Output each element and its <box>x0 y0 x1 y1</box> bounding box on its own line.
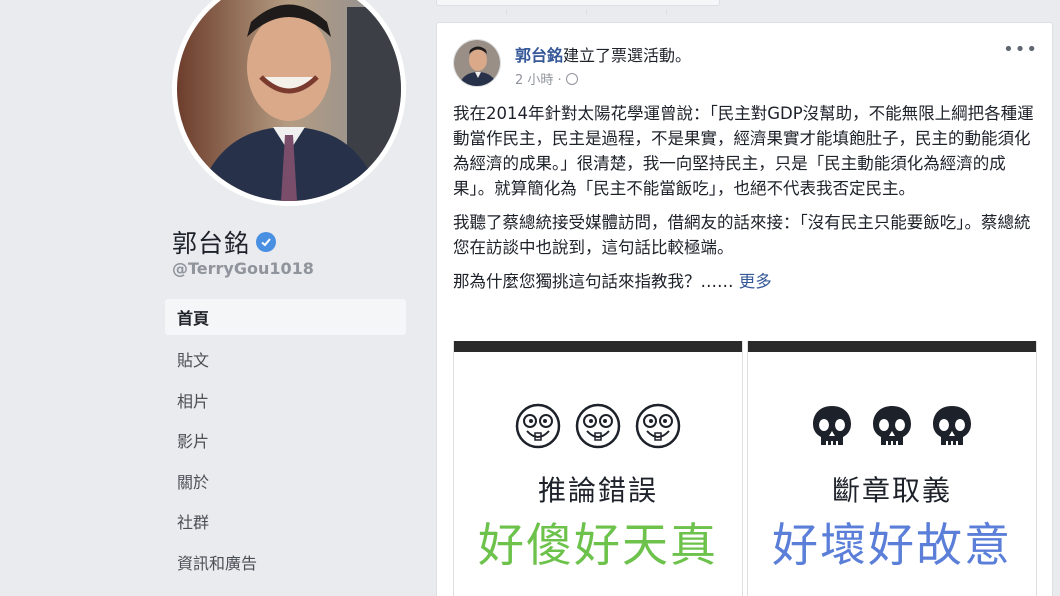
globe-icon <box>565 72 578 85</box>
verified-badge-icon <box>256 232 277 252</box>
post-teaser: 那為什麼您獨挑這句話來指教我？…… 更多 <box>453 269 1045 294</box>
poll-option-2[interactable]: 斷章取義 好壞好故意 <box>747 341 1037 596</box>
nav-item-photos[interactable]: 相片 <box>165 380 406 421</box>
poll-option-big-text: 好壞好故意 <box>772 518 1012 572</box>
page-nav: 首頁 貼文 相片 影片 關於 社群 資訊和廣告 <box>165 299 406 582</box>
post-meta: 2 小時 · <box>515 69 578 88</box>
poll-option-1[interactable]: 推論錯誤 好傻好天真 <box>453 341 743 596</box>
poll-option-icons <box>748 403 1036 449</box>
post-author-link[interactable]: 郭台銘 <box>515 46 563 65</box>
post-paragraph: 我聽了蔡總統接受媒體訪問，借網友的話來接：「沒有民主只能要飯吃」。蔡總統您在訪談… <box>453 213 1031 257</box>
poll-option-title: 推論錯誤 <box>537 474 658 507</box>
poll-options: 推論錯誤 好傻好天真 斷章取義 好壞好故意 <box>453 341 1037 596</box>
page-name[interactable]: 郭台銘 <box>172 224 250 260</box>
poll-option-header-bar <box>454 341 742 352</box>
poll-option-title: 斷章取義 <box>831 474 952 507</box>
skull-icon <box>933 406 971 445</box>
post-author-avatar[interactable] <box>453 39 501 87</box>
nav-item-info-ads[interactable]: 資訊和廣告 <box>165 542 406 583</box>
poll-option-big-text: 好傻好天真 <box>478 518 718 572</box>
poll-option-header-bar <box>748 341 1036 352</box>
skull-icon <box>813 406 851 445</box>
post-header: 郭台銘建立了票選活動。 <box>515 42 691 66</box>
post-body: 我在2014年針對太陽花學運曾說：「民主對GDP沒幫助，不能無限上綱把各種運動當… <box>453 101 1045 303</box>
crazy-face-icon <box>575 403 621 449</box>
post-teaser-text: 那為什麼您獨挑這句話來指教我？…… <box>453 272 734 291</box>
nav-item-videos[interactable]: 影片 <box>165 420 406 461</box>
nav-item-about[interactable]: 關於 <box>165 461 406 502</box>
post-paragraph: 我在2014年針對太陽花學運曾說：「民主對GDP沒幫助，不能無限上綱把各種運動當… <box>453 104 1034 198</box>
post-card: 郭台銘建立了票選活動。 2 小時 · ••• 我在2014年針對太陽花學運曾說：… <box>436 22 1053 596</box>
nav-item-home[interactable]: 首頁 <box>165 299 406 335</box>
more-options-icon[interactable]: ••• <box>1003 39 1038 60</box>
profile-photo <box>177 0 401 201</box>
see-more-link[interactable]: 更多 <box>739 272 772 291</box>
skull-icon <box>873 406 911 445</box>
post-timestamp[interactable]: 2 小時 · <box>515 69 562 88</box>
action-bar-remnant <box>436 0 720 15</box>
poll-option-icons <box>454 403 742 449</box>
crazy-face-icon <box>635 403 681 449</box>
post-action-text: 建立了票選活動。 <box>563 46 692 65</box>
left-column: 郭台銘 @TerryGou1018 首頁 貼文 相片 影片 關於 社群 資訊和廣… <box>0 0 420 596</box>
nav-item-posts[interactable]: 貼文 <box>165 339 406 380</box>
page-handle[interactable]: @TerryGou1018 <box>172 259 314 278</box>
crazy-face-icon <box>515 403 561 449</box>
profile-picture[interactable] <box>172 0 406 206</box>
nav-item-community[interactable]: 社群 <box>165 501 406 542</box>
page-name-row: 郭台銘 <box>172 224 277 260</box>
